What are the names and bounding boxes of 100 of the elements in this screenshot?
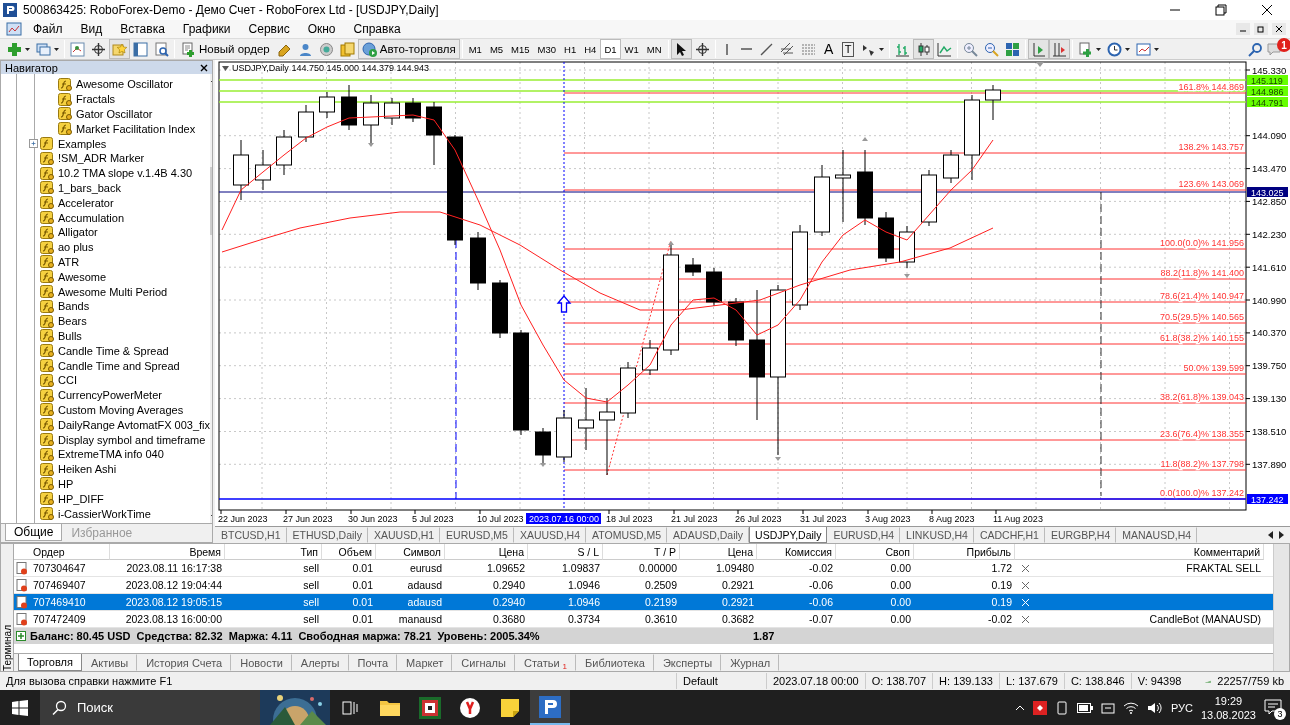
column-header[interactable]: T / P (603, 544, 680, 560)
price-tick: 137.890 (1252, 458, 1287, 470)
profile-name: Default (676, 673, 766, 689)
menu-item[interactable]: Сервис (239, 21, 299, 37)
tree-item[interactable]: Accumulation (58, 211, 125, 224)
tree-item[interactable]: Bands (58, 300, 90, 313)
autotrading-button[interactable]: Авто-торговля (357, 39, 460, 59)
tab[interactable]: Маркет (397, 654, 453, 671)
price-tick: 139.750 (1252, 360, 1287, 372)
tree-item[interactable]: ATR (58, 255, 80, 268)
tree-item[interactable]: 1_bars_back (58, 181, 121, 194)
tree-item[interactable]: Examples (58, 137, 107, 150)
column-header[interactable]: Прибыль (914, 544, 1015, 560)
price-tick: 144.090 (1252, 130, 1287, 142)
menu-item[interactable]: Вставка (111, 21, 174, 37)
tree-item[interactable]: Awesome Multi Period (58, 285, 168, 298)
tree-item[interactable]: Alligator (58, 226, 98, 239)
timeframe-button[interactable]: MN (642, 39, 666, 59)
tree-item[interactable]: Awesome Oscillator (76, 78, 173, 91)
search-field[interactable]: Поиск (40, 690, 330, 725)
timeframe-button[interactable]: H4 (580, 39, 601, 59)
tab[interactable]: Статьи 1 (514, 654, 577, 671)
timeframe-button[interactable]: M30 (533, 39, 561, 59)
tab[interactable]: Торговля (18, 654, 82, 671)
table-row[interactable]: 707469410 2023.08.12 19:05:15 sell 0.01 adausd 0.2940 1.0946 0.2199 0.2921 -0.06 0.00 0.19 (14, 594, 1273, 611)
menu-item[interactable]: Графики (173, 21, 240, 37)
fib-label: 61.8(38.2)% 140.155 (1159, 333, 1244, 343)
tree-item[interactable]: Accelerator (58, 196, 114, 209)
timeframe-button[interactable]: M15 (507, 39, 534, 59)
tree-item[interactable]: HP (58, 477, 74, 490)
notifications-button[interactable]: 1 (1266, 39, 1290, 59)
column-header[interactable]: Цена (445, 544, 528, 560)
tree-item[interactable]: Market Facilitation Index (76, 122, 196, 135)
tree-item[interactable]: ExtremeTMA info 040 (58, 448, 164, 461)
tree-item[interactable]: DailyRange AvtomatFX 003_fix (58, 418, 211, 431)
menu-item[interactable]: Справка (344, 21, 410, 37)
tree-item[interactable]: Display symbol and timeframe (58, 433, 206, 446)
timeframe-button[interactable]: H1 (560, 39, 581, 59)
time-label: 3 Aug 2023 (865, 514, 911, 524)
column-header[interactable]: Тип (225, 544, 322, 560)
tab[interactable]: Общие (5, 524, 63, 541)
menu-item[interactable]: Окно (298, 21, 345, 37)
tab[interactable]: Алерты (291, 654, 349, 671)
column-header[interactable]: Своп (836, 544, 914, 560)
menu-item[interactable]: Вид (71, 21, 112, 37)
text-tool-button[interactable]: A (818, 39, 839, 59)
new-order-button[interactable]: Новый ордер (177, 39, 274, 59)
tree-item[interactable]: Awesome (58, 270, 107, 283)
tree-item[interactable]: HP_DIFF (58, 492, 104, 505)
column-header[interactable]: Время (110, 544, 225, 560)
time-label: 8 Aug 2023 (929, 514, 975, 524)
panel-title: Терминал (1, 623, 13, 671)
table-row[interactable]: 707304647 2023.08.11 16:17:38 sell 0.01 eurusd 1.09652 1.09837 0.00000 1.09480 -0.02 0.00 1.72 FRAKTAL SELL (14, 560, 1273, 577)
timeframe-button[interactable]: W1 (620, 39, 643, 59)
tab[interactable]: Журнал (721, 654, 780, 671)
tree-item[interactable]: CurrencyPowerMeter (58, 389, 162, 402)
tab[interactable]: История Счета (137, 654, 232, 671)
timeframe-button[interactable]: D1 (600, 39, 621, 59)
language-indicator[interactable]: РУС (1170, 701, 1193, 714)
time-label: 5 Jul 2023 (412, 514, 454, 524)
table-cell-text: 0.00 (889, 595, 912, 610)
tree-item[interactable]: Custom Moving Averages (58, 403, 184, 416)
tree-item[interactable]: Fractals (76, 93, 116, 106)
tree-item[interactable]: 10.2 TMA slope v.1.4B 4.30 (58, 167, 193, 180)
clock[interactable]: 19:29 13.08.2023 (1200, 693, 1256, 722)
tab[interactable]: Библиотека (576, 654, 654, 671)
column-header[interactable]: Объем (322, 544, 376, 560)
column-header[interactable]: S / L (528, 544, 603, 560)
tab[interactable]: Эксперты (653, 654, 722, 671)
fib-label: 161.8% 144.869 (1178, 82, 1244, 92)
table-cell-text: sell (302, 578, 320, 593)
fib-label: 11.8(88.2)% 137.798 (1160, 459, 1244, 469)
tree-item[interactable]: Bears (58, 315, 87, 328)
tree-item[interactable]: Candle Time & Spread (58, 344, 169, 357)
table-cell-text: 1.72 (990, 561, 1013, 576)
table-cell-text: 0.19 (990, 578, 1013, 593)
column-header[interactable]: Комиссия (757, 544, 836, 560)
notification-badge: 1 (1277, 38, 1290, 52)
tab[interactable]: Новости (231, 654, 292, 671)
tree-item[interactable]: i-CassierWorkTime (58, 507, 151, 520)
timeframe-button[interactable]: M5 (485, 39, 508, 59)
menu-item[interactable]: Файл (24, 21, 72, 37)
tree-item[interactable]: Bulls (58, 329, 82, 342)
column-header[interactable]: Ордер (30, 544, 110, 560)
tab[interactable]: Почта (348, 654, 398, 671)
tree-item[interactable]: Gator Oscillator (76, 108, 153, 120)
chart-tab[interactable]: USDJPY,Daily (749, 527, 828, 543)
tab[interactable]: Активы (81, 654, 138, 671)
price-tick: 142.850 (1252, 195, 1287, 207)
tree-item[interactable]: Heiken Ashi (58, 463, 117, 476)
column-header[interactable]: Цена (680, 544, 757, 560)
column-header[interactable]: Символ (376, 544, 445, 560)
tab[interactable]: Сигналы (452, 654, 515, 671)
low-price: L: 137.679 (998, 673, 1064, 689)
column-header[interactable]: Комментарий (1035, 544, 1264, 560)
timeframe-button[interactable]: M1 (464, 39, 486, 59)
tree-item[interactable]: !SM_ADR Marker (58, 152, 145, 165)
tree-item[interactable]: CCI (58, 374, 77, 387)
tree-item[interactable]: ao plus (58, 241, 94, 254)
tree-item[interactable]: Candle Time and Spread (58, 359, 180, 372)
